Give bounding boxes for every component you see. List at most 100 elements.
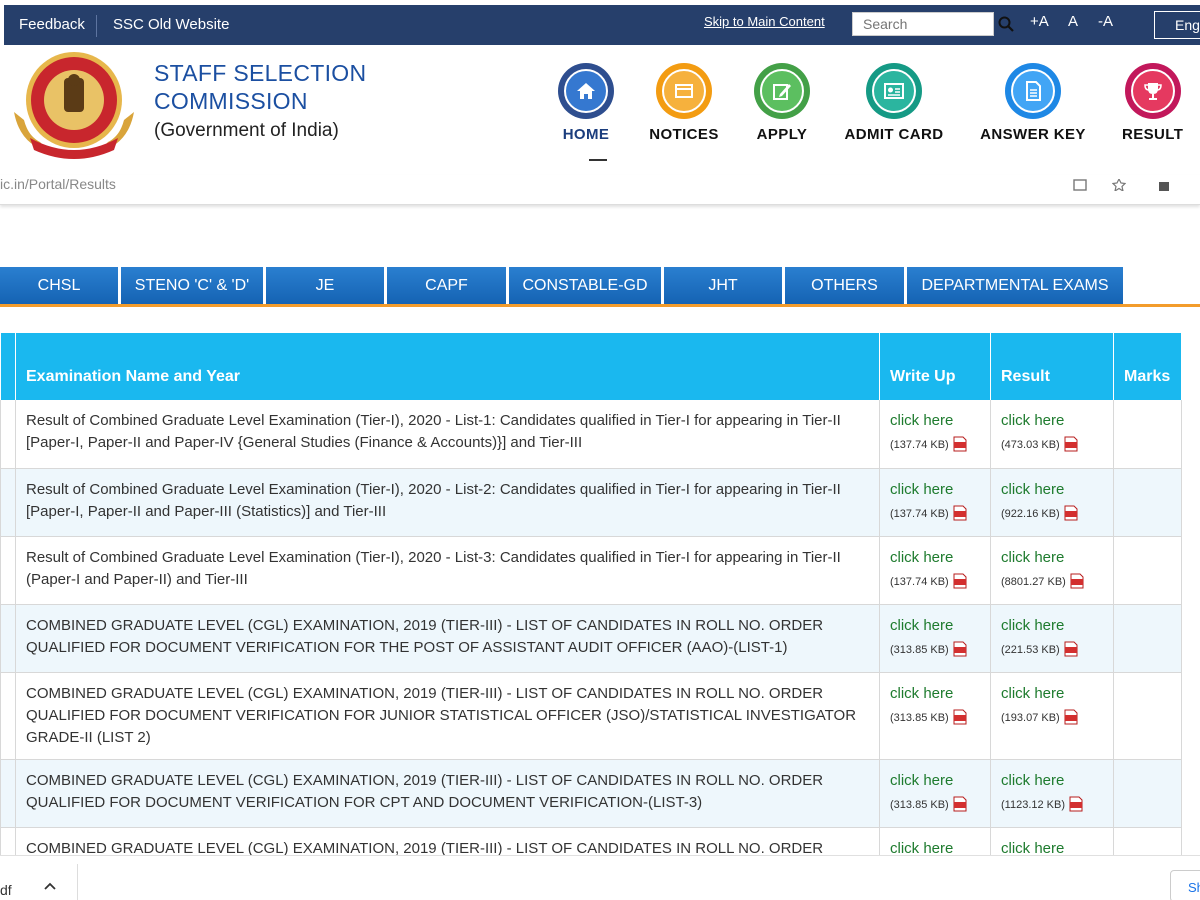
file-size: (473.03 KB) [1001, 439, 1060, 451]
tab-departmental-exams[interactable]: DEPARTMENTAL EXAMS [907, 267, 1124, 304]
header-index [0, 333, 16, 400]
font-increase-button[interactable]: +A [1030, 13, 1049, 30]
result-cell: click here (193.07 KB) [990, 672, 1114, 760]
file-size: (8801.27 KB) [1001, 575, 1066, 588]
marks-cell [1113, 468, 1182, 537]
marks-cell [1113, 400, 1182, 469]
nav-home[interactable]: HOME [531, 63, 641, 143]
write-up-cell: click here (313.85 KB) [879, 672, 991, 760]
tab-others[interactable]: OTHERS [785, 267, 905, 304]
feedback-link[interactable]: Feedback [19, 5, 85, 45]
marks-cell [1113, 604, 1182, 673]
pdf-icon[interactable] [953, 505, 967, 521]
result-link[interactable]: click here [1001, 547, 1103, 569]
table-header-row: Examination Name and Year Write Up Resul… [0, 333, 1182, 400]
divider [96, 15, 97, 37]
nav-result-label: RESULT [1122, 126, 1184, 143]
install-app-icon[interactable] [1073, 179, 1087, 191]
write-up-cell: click here (137.74 KB) [879, 468, 991, 537]
font-decrease-button[interactable]: -A [1098, 13, 1113, 30]
write-up-link[interactable]: click here [890, 770, 980, 792]
trophy-icon [1125, 63, 1181, 119]
id-card-icon [866, 63, 922, 119]
file-size: (137.74 KB) [890, 507, 949, 520]
url-text[interactable]: ic.in/Portal/Results [0, 176, 116, 192]
result-cell: click here (922.16 KB) [990, 468, 1114, 537]
nav-active-indicator [589, 159, 607, 161]
org-name-line2: COMMISSION [154, 88, 308, 114]
nav-answer-key[interactable]: ANSWER KEY [978, 63, 1088, 143]
table-row: Result of Combined Graduate Level Examin… [0, 400, 1182, 469]
language-select[interactable]: Engl [1154, 11, 1200, 39]
nav-notices-label: NOTICES [649, 126, 719, 143]
table-row: Result of Combined Graduate Level Examin… [0, 536, 1182, 605]
search-input[interactable] [852, 12, 994, 36]
old-website-link[interactable]: SSC Old Website [113, 5, 229, 45]
show-all-button[interactable]: Sh [1170, 870, 1200, 900]
result-link[interactable]: click here [1001, 683, 1103, 705]
write-up-cell: click here (313.85 KB) [879, 759, 991, 828]
result-link[interactable]: click here [1001, 770, 1103, 792]
result-cell: click here (1123.12 KB) [990, 759, 1114, 828]
tab-je[interactable]: JE [266, 267, 385, 304]
write-up-link[interactable]: click here [890, 479, 980, 501]
write-up-cell: click here (313.85 KB) [879, 604, 991, 673]
table-row: COMBINED GRADUATE LEVEL (CGL) EXAMINATIO… [0, 672, 1182, 760]
write-up-cell: click here (137.74 KB) [879, 536, 991, 605]
result-link[interactable]: click here [1001, 479, 1103, 501]
table-row: COMBINED GRADUATE LEVEL (CGL) EXAMINATIO… [0, 604, 1182, 673]
result-link[interactable]: click here [1001, 410, 1103, 432]
nav-apply[interactable]: APPLY [727, 63, 837, 143]
search-icon[interactable] [997, 15, 1015, 33]
result-cell: click here (8801.27 KB) [990, 536, 1114, 605]
result-link[interactable]: click here [1001, 615, 1103, 637]
write-up-link[interactable]: click here [890, 683, 980, 705]
pdf-icon[interactable] [953, 709, 967, 725]
pdf-icon[interactable] [1064, 641, 1078, 657]
tab-chsl[interactable]: CHSL [0, 267, 119, 304]
pdf-icon[interactable] [1064, 505, 1078, 521]
pdf-icon[interactable] [953, 641, 967, 657]
font-normal-button[interactable]: A [1068, 13, 1078, 30]
pdf-icon[interactable] [1064, 436, 1078, 452]
file-size: (313.85 KB) [890, 643, 949, 656]
marks-cell [1113, 759, 1182, 828]
header-exam-name: Examination Name and Year [15, 333, 880, 400]
pdf-icon[interactable] [953, 796, 967, 812]
bookmark-star-icon[interactable] [1112, 179, 1126, 191]
pdf-icon[interactable] [1070, 573, 1084, 589]
download-filename[interactable]: df [0, 882, 12, 898]
download-bar: df Sh [0, 855, 1200, 900]
pdf-icon[interactable] [1064, 709, 1078, 725]
pdf-icon[interactable] [1069, 796, 1083, 812]
nav-answer-key-label: ANSWER KEY [980, 126, 1086, 143]
marks-cell [1113, 536, 1182, 605]
org-subtitle: (Government of India) [154, 120, 339, 141]
tab-steno[interactable]: STENO 'C' & 'D' [121, 267, 264, 304]
nav-result[interactable]: RESULT [1090, 63, 1200, 143]
write-up-link[interactable]: click here [890, 410, 980, 432]
pdf-icon[interactable] [953, 436, 967, 452]
chevron-up-icon[interactable] [44, 881, 56, 891]
ssc-emblem-logo[interactable] [10, 50, 138, 162]
nav-notices[interactable]: NOTICES [629, 63, 739, 143]
exam-name: Result of Combined Graduate Level Examin… [15, 536, 880, 605]
pdf-icon[interactable] [953, 573, 967, 589]
file-size: (313.85 KB) [890, 798, 949, 811]
nav-admit-card[interactable]: ADMIT CARD [839, 63, 949, 143]
file-size: (313.85 KB) [890, 711, 949, 724]
skip-to-content-link[interactable]: Skip to Main Content [704, 14, 825, 29]
tab-constable-gd[interactable]: CONSTABLE-GD [509, 267, 662, 304]
edit-icon [754, 63, 810, 119]
result-cell: click here (473.03 KB) [990, 400, 1114, 469]
tab-capf[interactable]: CAPF [387, 267, 507, 304]
org-name-line1: STAFF SELECTION [154, 60, 367, 86]
tab-jht[interactable]: JHT [664, 267, 783, 304]
header-write-up: Write Up [879, 333, 991, 400]
exam-name: COMBINED GRADUATE LEVEL (CGL) EXAMINATIO… [15, 672, 880, 760]
divider [77, 864, 78, 900]
home-icon [558, 63, 614, 119]
write-up-link[interactable]: click here [890, 547, 980, 569]
extensions-icon[interactable] [1157, 179, 1171, 191]
write-up-link[interactable]: click here [890, 615, 980, 637]
